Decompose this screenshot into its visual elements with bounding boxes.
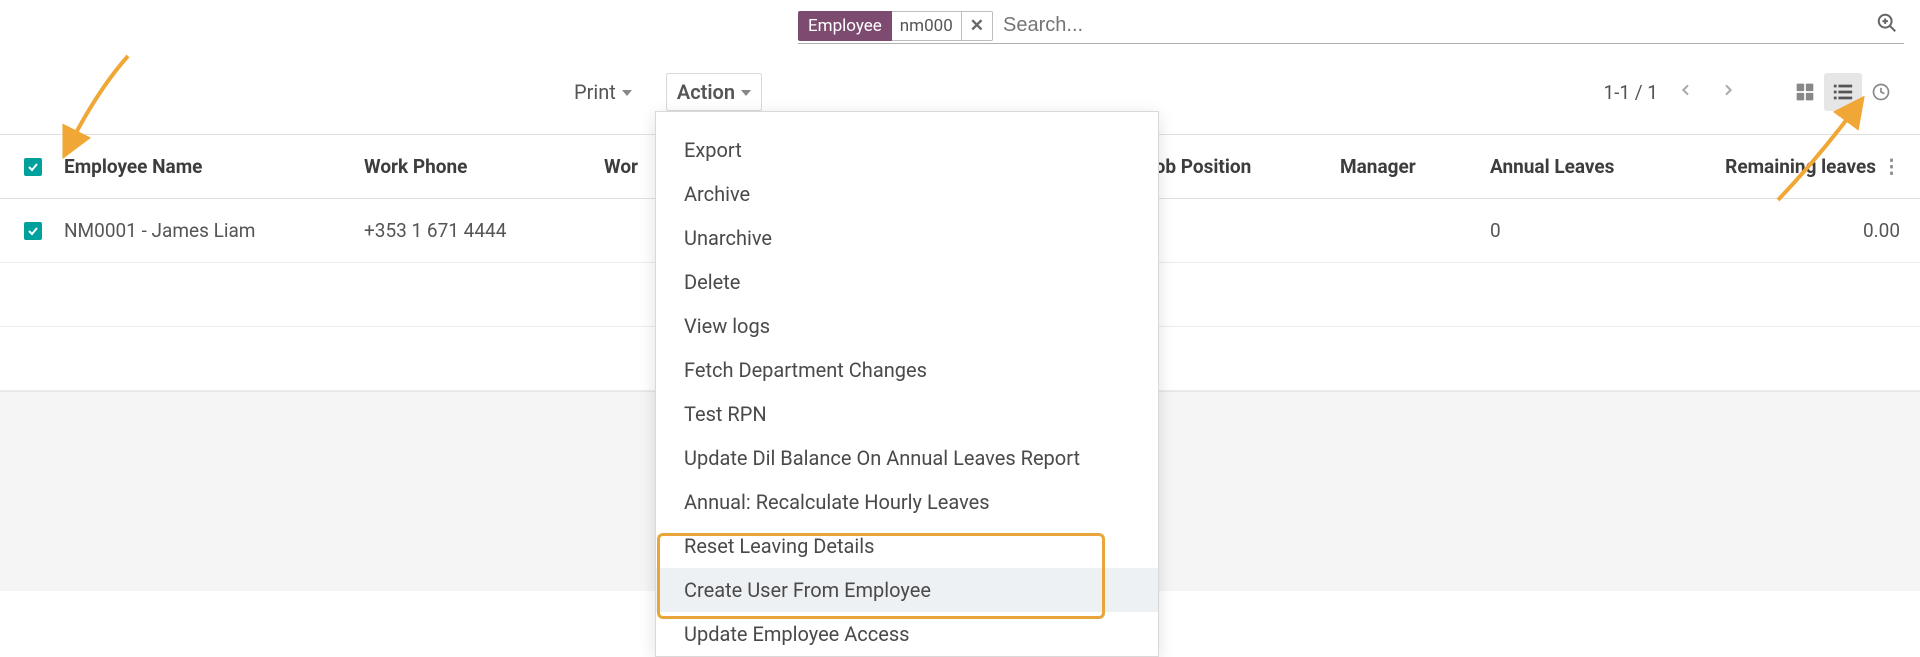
- action-archive[interactable]: Archive: [656, 172, 1158, 216]
- action-menu: Export Archive Unarchive Delete View log…: [655, 111, 1159, 657]
- cell-annual-leaves: 0: [1490, 219, 1710, 242]
- header-manager[interactable]: Manager: [1340, 155, 1490, 178]
- search-expand-icon[interactable]: [1870, 12, 1904, 39]
- kanban-view-icon[interactable]: [1786, 73, 1824, 111]
- column-options-icon[interactable]: ⋮: [1882, 155, 1900, 178]
- search-facet: Employee nm000 ✕: [798, 11, 993, 41]
- action-export[interactable]: Export: [656, 128, 1158, 172]
- list-view-icon[interactable]: [1824, 73, 1862, 111]
- caret-down-icon: [741, 90, 751, 96]
- action-update-dil-balance[interactable]: Update Dil Balance On Annual Leaves Repo…: [656, 436, 1158, 480]
- checkbox-checked-icon: [24, 222, 42, 240]
- header-employee-name[interactable]: Employee Name: [64, 155, 364, 178]
- action-view-logs[interactable]: View logs: [656, 304, 1158, 348]
- select-all-checkbox[interactable]: [24, 158, 64, 176]
- action-label: Action: [677, 80, 735, 104]
- action-annual-recalculate[interactable]: Annual: Recalculate Hourly Leaves: [656, 480, 1158, 524]
- cell-remaining-leaves: 0.00: [1710, 219, 1900, 242]
- header-work-phone[interactable]: Work Phone: [364, 155, 604, 178]
- cell-work-phone: +353 1 671 4444: [364, 219, 604, 242]
- toolbar-right: 1-1 / 1: [1603, 73, 1900, 111]
- row-checkbox[interactable]: [24, 222, 64, 240]
- header-annual-leaves[interactable]: Annual Leaves: [1490, 155, 1710, 178]
- action-dropdown[interactable]: Action: [666, 73, 762, 111]
- facet-remove-icon[interactable]: ✕: [962, 11, 993, 41]
- facet-value: nm000: [892, 11, 962, 41]
- search-input[interactable]: [993, 14, 1870, 37]
- action-reset-leaving-details[interactable]: Reset Leaving Details: [656, 524, 1158, 568]
- action-unarchive[interactable]: Unarchive: [656, 216, 1158, 260]
- activity-view-icon[interactable]: [1862, 73, 1900, 111]
- header-job-position[interactable]: Job Position: [1144, 155, 1340, 178]
- print-label: Print: [574, 80, 616, 104]
- action-update-employee-access[interactable]: Update Employee Access: [656, 612, 1158, 656]
- checkbox-checked-icon: [24, 158, 42, 176]
- pager-next-icon[interactable]: [1714, 78, 1742, 107]
- caret-down-icon: [622, 90, 632, 96]
- facet-label: Employee: [798, 11, 892, 41]
- action-create-user-from-employee[interactable]: Create User From Employee: [656, 568, 1158, 612]
- cell-employee-name: NM0001 - James Liam: [64, 219, 364, 242]
- action-fetch-department-changes[interactable]: Fetch Department Changes: [656, 348, 1158, 392]
- pager-prev-icon[interactable]: [1672, 78, 1700, 107]
- pager-text: 1-1 / 1: [1603, 81, 1658, 104]
- action-test-rpn[interactable]: Test RPN: [656, 392, 1158, 436]
- header-remaining-leaves[interactable]: Remaining leaves ⋮: [1710, 155, 1900, 178]
- action-delete[interactable]: Delete: [656, 260, 1158, 304]
- search-bar: Employee nm000 ✕: [798, 8, 1904, 44]
- header-remaining-label: Remaining leaves: [1725, 155, 1876, 178]
- toolbar-left: Print Action: [564, 73, 762, 111]
- print-dropdown[interactable]: Print: [564, 74, 642, 110]
- view-switcher: [1786, 73, 1900, 111]
- toolbar: Print Action 1-1 / 1: [0, 70, 1920, 114]
